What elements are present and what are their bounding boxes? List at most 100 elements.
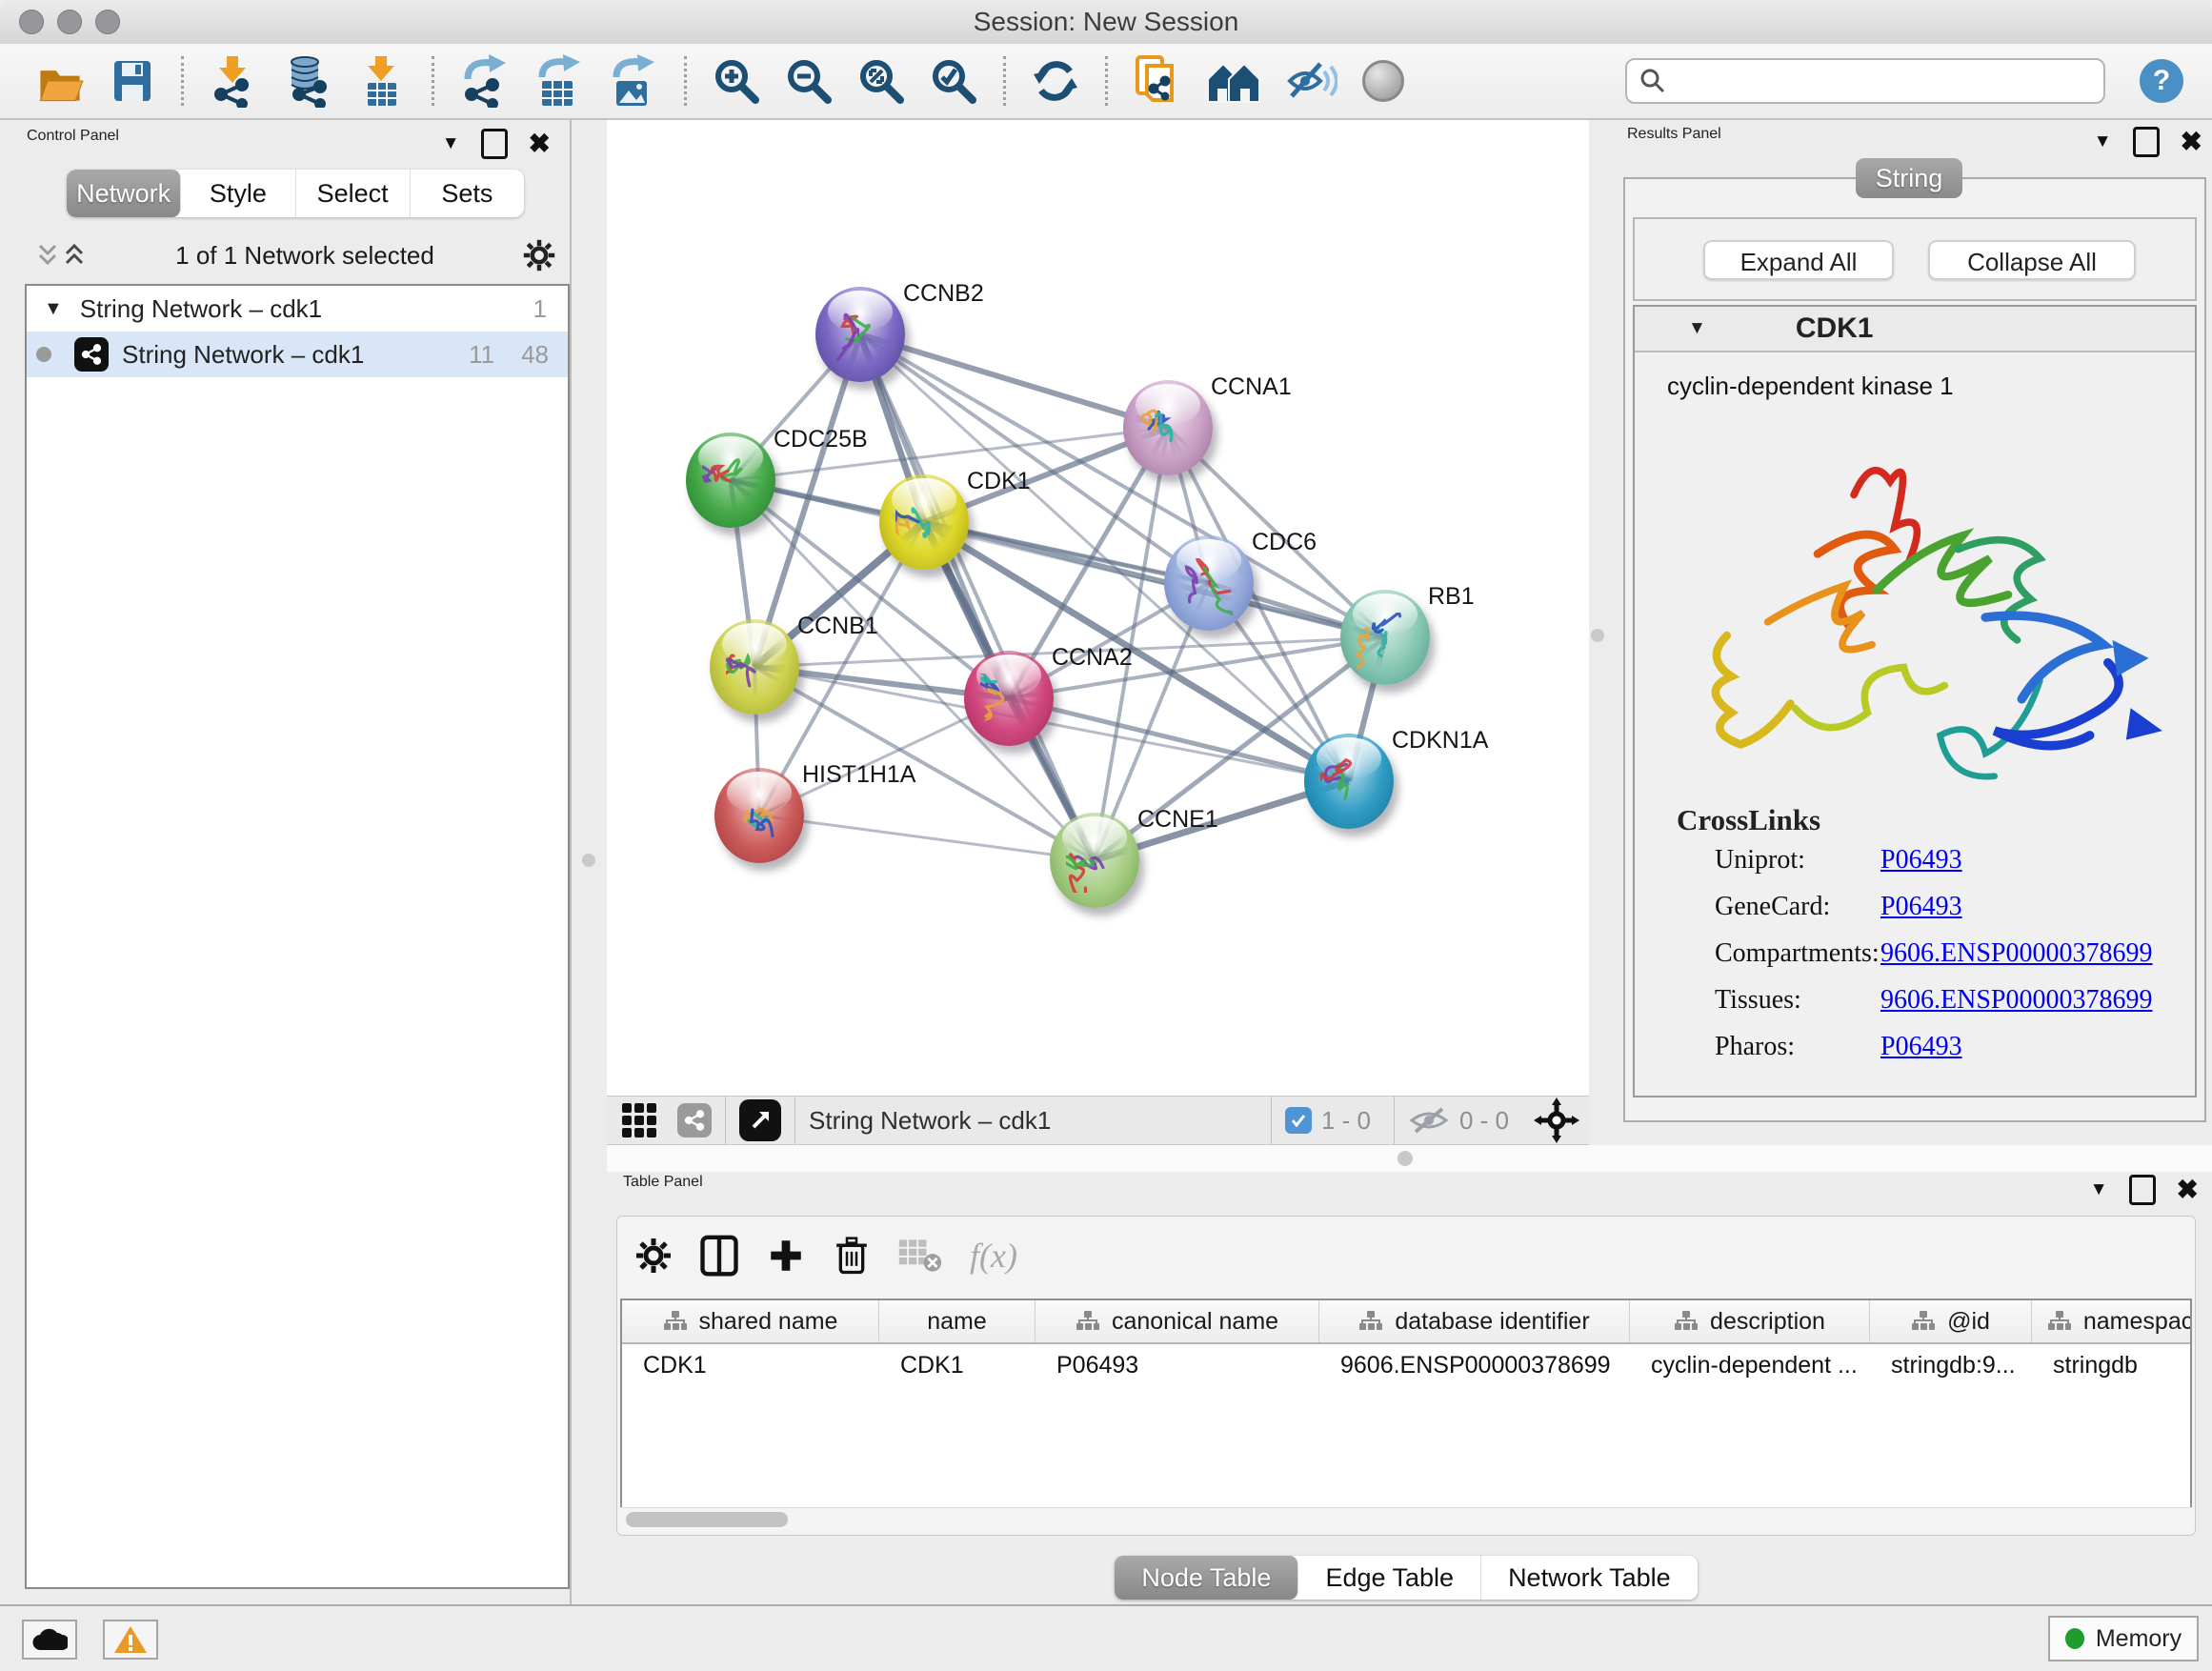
open-in-window-icon[interactable] bbox=[739, 1099, 781, 1141]
horizontal-splitter[interactable] bbox=[607, 1145, 2212, 1172]
import-database-button[interactable] bbox=[282, 54, 333, 108]
graph-node-ccna2[interactable] bbox=[964, 651, 1054, 746]
tab-node-table[interactable]: Node Table bbox=[1115, 1556, 1298, 1600]
graph-node-ccnb2[interactable] bbox=[815, 287, 905, 382]
table-cell[interactable]: cyclin-dependent ... bbox=[1630, 1344, 1870, 1386]
collapse-triangle-icon[interactable]: ▼ bbox=[1688, 318, 1706, 339]
memory-button[interactable]: Memory bbox=[2048, 1616, 2199, 1661]
warnings-button[interactable] bbox=[103, 1620, 158, 1660]
zoom-selected-button[interactable] bbox=[930, 57, 977, 105]
network-collection-row[interactable]: ▼ String Network – cdk1 1 bbox=[27, 286, 568, 332]
close-panel-icon[interactable]: ✖ bbox=[529, 128, 551, 159]
table-cell[interactable]: stringdb:9... bbox=[1870, 1344, 2032, 1386]
crosslink-link[interactable]: 9606.ENSP00000378699 bbox=[1880, 938, 2152, 969]
zoom-out-button[interactable] bbox=[785, 57, 833, 105]
float-panel-icon[interactable] bbox=[481, 129, 508, 159]
table-hscrollbar[interactable] bbox=[620, 1507, 2192, 1531]
graph-node-ccnb1[interactable] bbox=[710, 619, 799, 715]
graph-node-cdc6[interactable] bbox=[1164, 535, 1254, 631]
tab-string[interactable]: String bbox=[1856, 158, 1962, 198]
show-columns-icon[interactable] bbox=[699, 1234, 739, 1278]
tab-edge-table[interactable]: Edge Table bbox=[1298, 1556, 1481, 1600]
node-table[interactable]: shared namenamecanonical namedatabase id… bbox=[620, 1299, 2192, 1512]
float-panel-icon[interactable] bbox=[2133, 127, 2160, 157]
export-image-button[interactable] bbox=[609, 54, 658, 108]
network-share-toggle-icon[interactable] bbox=[677, 1103, 712, 1137]
column-header-canonical-name[interactable]: canonical name bbox=[1036, 1300, 1319, 1342]
tab-select[interactable]: Select bbox=[296, 170, 411, 217]
table-cell[interactable]: CDK1 bbox=[622, 1344, 879, 1386]
column-header-description[interactable]: description bbox=[1630, 1300, 1870, 1342]
export-network-button[interactable] bbox=[460, 54, 510, 108]
column-header-database-identifier[interactable]: database identifier bbox=[1319, 1300, 1630, 1342]
home-button[interactable] bbox=[1206, 58, 1261, 104]
birds-eye-grid-icon[interactable] bbox=[620, 1101, 658, 1139]
network-row-selected[interactable]: String Network – cdk1 11 48 bbox=[27, 332, 568, 377]
import-network-button[interactable] bbox=[210, 54, 257, 108]
column-header-name[interactable]: name bbox=[879, 1300, 1036, 1342]
column-header-namespace[interactable]: namespace bbox=[2032, 1300, 2192, 1342]
graph-node-cdkn1a[interactable] bbox=[1304, 734, 1394, 829]
search-field[interactable] bbox=[1625, 58, 2105, 104]
graph-node-rb1[interactable] bbox=[1340, 590, 1430, 685]
export-table-button[interactable] bbox=[534, 54, 584, 108]
scrollbar-thumb[interactable] bbox=[626, 1512, 788, 1527]
left-splitter-handle[interactable] bbox=[582, 854, 595, 867]
node-card-header[interactable]: ▼ CDK1 bbox=[1635, 307, 2195, 352]
expand-all-chevrons-icon[interactable] bbox=[34, 242, 61, 269]
table-cell[interactable]: stringdb bbox=[2032, 1344, 2192, 1386]
graph-node-ccna1[interactable] bbox=[1123, 380, 1213, 475]
crosslink-link[interactable]: P06493 bbox=[1880, 892, 1962, 922]
table-cell[interactable]: 9606.ENSP00000378699 bbox=[1319, 1344, 1630, 1386]
collapse-triangle-icon[interactable]: ▼ bbox=[44, 298, 63, 320]
delete-trash-icon[interactable] bbox=[833, 1234, 871, 1278]
eye-orb-button[interactable] bbox=[1362, 60, 1404, 102]
hide-glasses-button[interactable] bbox=[1286, 60, 1337, 102]
zoom-fit-button[interactable] bbox=[857, 57, 905, 105]
panel-menu-icon[interactable]: ▼ bbox=[2094, 131, 2112, 152]
add-column-plus-icon[interactable] bbox=[766, 1236, 806, 1276]
column-header-shared-name[interactable]: shared name bbox=[622, 1300, 879, 1342]
crosslink-link[interactable]: 9606.ENSP00000378699 bbox=[1880, 985, 2152, 1016]
crosslink-link[interactable]: P06493 bbox=[1880, 845, 1962, 876]
graph-node-cdk1[interactable] bbox=[879, 474, 969, 570]
network-canvas[interactable]: CCNB2CCNA1CDC25BCDK1CDC6RB1CCNB1CCNA2CDK… bbox=[607, 120, 1589, 1096]
cloud-button[interactable] bbox=[22, 1620, 77, 1660]
table-cell[interactable]: P06493 bbox=[1036, 1344, 1319, 1386]
expand-all-button[interactable]: Expand All bbox=[1703, 240, 1894, 280]
save-session-button[interactable] bbox=[110, 56, 155, 106]
close-window-button[interactable] bbox=[19, 10, 44, 34]
table-cell[interactable]: CDK1 bbox=[879, 1344, 1036, 1386]
refresh-button[interactable] bbox=[1032, 57, 1079, 105]
graph-node-cdc25b[interactable] bbox=[686, 433, 775, 528]
crosslink-link[interactable]: P06493 bbox=[1880, 1032, 1962, 1062]
panel-menu-icon[interactable]: ▼ bbox=[442, 133, 460, 154]
graph-node-ccne1[interactable] bbox=[1050, 813, 1139, 908]
float-panel-icon[interactable] bbox=[2129, 1175, 2156, 1205]
zoom-window-button[interactable] bbox=[95, 10, 120, 34]
zoom-in-button[interactable] bbox=[713, 57, 760, 105]
table-settings-gear-icon[interactable] bbox=[634, 1237, 673, 1275]
import-table-button[interactable] bbox=[358, 54, 406, 108]
tab-network-table[interactable]: Network Table bbox=[1481, 1556, 1698, 1600]
tab-network[interactable]: Network bbox=[67, 170, 181, 217]
search-input[interactable] bbox=[1675, 63, 2103, 99]
close-panel-icon[interactable]: ✖ bbox=[2177, 1174, 2199, 1205]
share-document-button[interactable] bbox=[1134, 54, 1181, 108]
gear-icon[interactable] bbox=[522, 238, 556, 272]
collapse-all-chevrons-icon[interactable] bbox=[61, 242, 88, 269]
selected-checkbox-icon[interactable] bbox=[1285, 1107, 1312, 1134]
close-panel-icon[interactable]: ✖ bbox=[2181, 126, 2202, 157]
tab-sets[interactable]: Sets bbox=[411, 170, 524, 217]
fit-selected-crosshair-icon[interactable] bbox=[1534, 1097, 1579, 1143]
minimize-window-button[interactable] bbox=[57, 10, 82, 34]
panel-menu-icon[interactable]: ▼ bbox=[2090, 1179, 2108, 1200]
tab-style[interactable]: Style bbox=[181, 170, 295, 217]
open-session-button[interactable] bbox=[35, 56, 85, 106]
table-row[interactable]: CDK1CDK1P064939606.ENSP00000378699cyclin… bbox=[622, 1344, 2190, 1386]
column-header-at-id[interactable]: @id bbox=[1870, 1300, 2032, 1342]
help-button[interactable]: ? bbox=[2140, 59, 2183, 103]
right-splitter-handle[interactable] bbox=[1591, 629, 1604, 642]
graph-node-hist1h1a[interactable] bbox=[714, 768, 804, 863]
collapse-all-button[interactable]: Collapse All bbox=[1928, 240, 2136, 280]
